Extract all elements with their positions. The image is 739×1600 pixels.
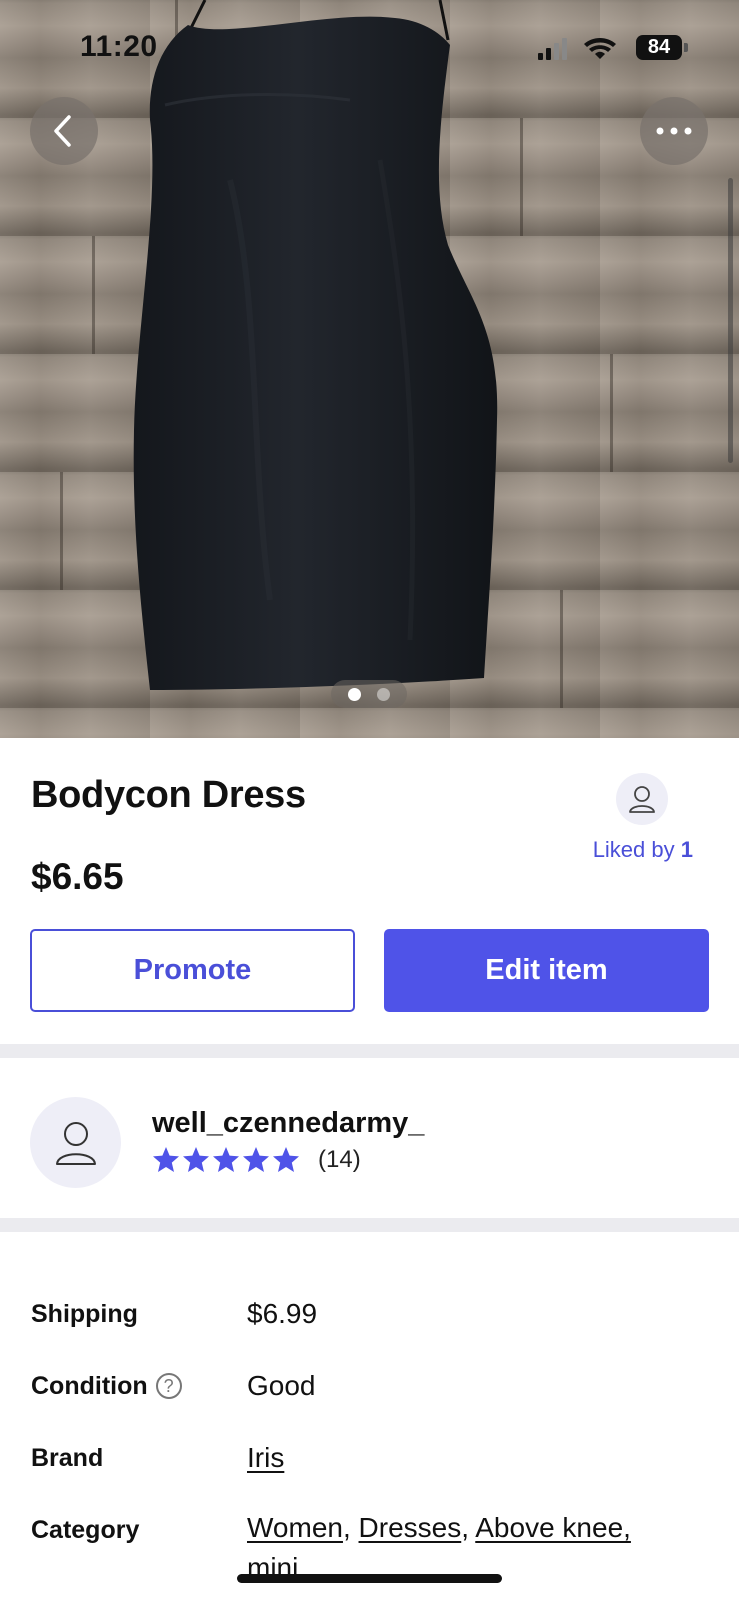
item-photo[interactable]: 11:20 84: [0, 0, 739, 738]
category-link-dresses[interactable]: Dresses: [359, 1512, 462, 1543]
pager-dot[interactable]: [377, 687, 390, 701]
ellipsis-icon: [656, 127, 692, 135]
help-icon[interactable]: ?: [155, 1373, 182, 1399]
category-link-women[interactable]: Women: [247, 1512, 343, 1543]
seller-username[interactable]: well_czennedarmy_: [152, 1107, 424, 1140]
status-icons: 84: [538, 34, 688, 64]
home-indicator: [237, 1574, 502, 1583]
star-icon: [243, 1147, 269, 1172]
brand-link[interactable]: Iris: [247, 1442, 284, 1473]
back-button[interactable]: [30, 97, 98, 165]
star-icon: [273, 1147, 299, 1172]
star-icon: [153, 1147, 179, 1172]
battery-tip: [684, 43, 688, 52]
star-icon: [213, 1147, 239, 1172]
condition-label-row: Condition?: [31, 1372, 182, 1401]
condition-value: Good: [247, 1370, 316, 1401]
item-title: Bodycon Dress: [31, 774, 306, 816]
status-time: 11:20: [80, 30, 158, 63]
more-options-button[interactable]: [640, 97, 708, 165]
star-icon: [183, 1147, 209, 1172]
liked-by-prefix: Liked by: [592, 837, 681, 862]
dress-image: [133, 0, 498, 690]
review-count: (14): [318, 1146, 361, 1173]
signal-wifi-icons: [538, 38, 616, 60]
section-divider: [0, 1218, 739, 1232]
seller-rating[interactable]: (14): [152, 1146, 361, 1174]
edit-item-button[interactable]: Edit item: [384, 929, 709, 1012]
user-icon: [55, 1121, 96, 1165]
liked-by-count: 1: [680, 837, 693, 862]
photo-scrollbar: [728, 178, 733, 463]
condition-label: Condition: [31, 1372, 148, 1400]
shipping-label: Shipping: [31, 1300, 138, 1328]
item-price: $6.65: [31, 856, 124, 897]
liked-by-avatar[interactable]: [616, 773, 668, 825]
pager-dot-active[interactable]: [348, 687, 361, 701]
rating-stars: [153, 1147, 299, 1172]
battery-icon: 84: [636, 35, 682, 60]
section-divider: [0, 1044, 739, 1058]
liked-by-link[interactable]: Liked by 1: [593, 837, 693, 863]
seller-avatar[interactable]: [30, 1097, 121, 1188]
photo-pager[interactable]: [331, 680, 407, 708]
brand-value: Iris: [247, 1442, 284, 1474]
chevron-left-icon: [54, 115, 71, 147]
user-icon: [629, 786, 655, 813]
promote-button[interactable]: Promote: [30, 929, 355, 1012]
shipping-value: $6.99: [247, 1298, 318, 1329]
category-label: Category: [31, 1516, 140, 1544]
brand-label: Brand: [31, 1444, 104, 1472]
